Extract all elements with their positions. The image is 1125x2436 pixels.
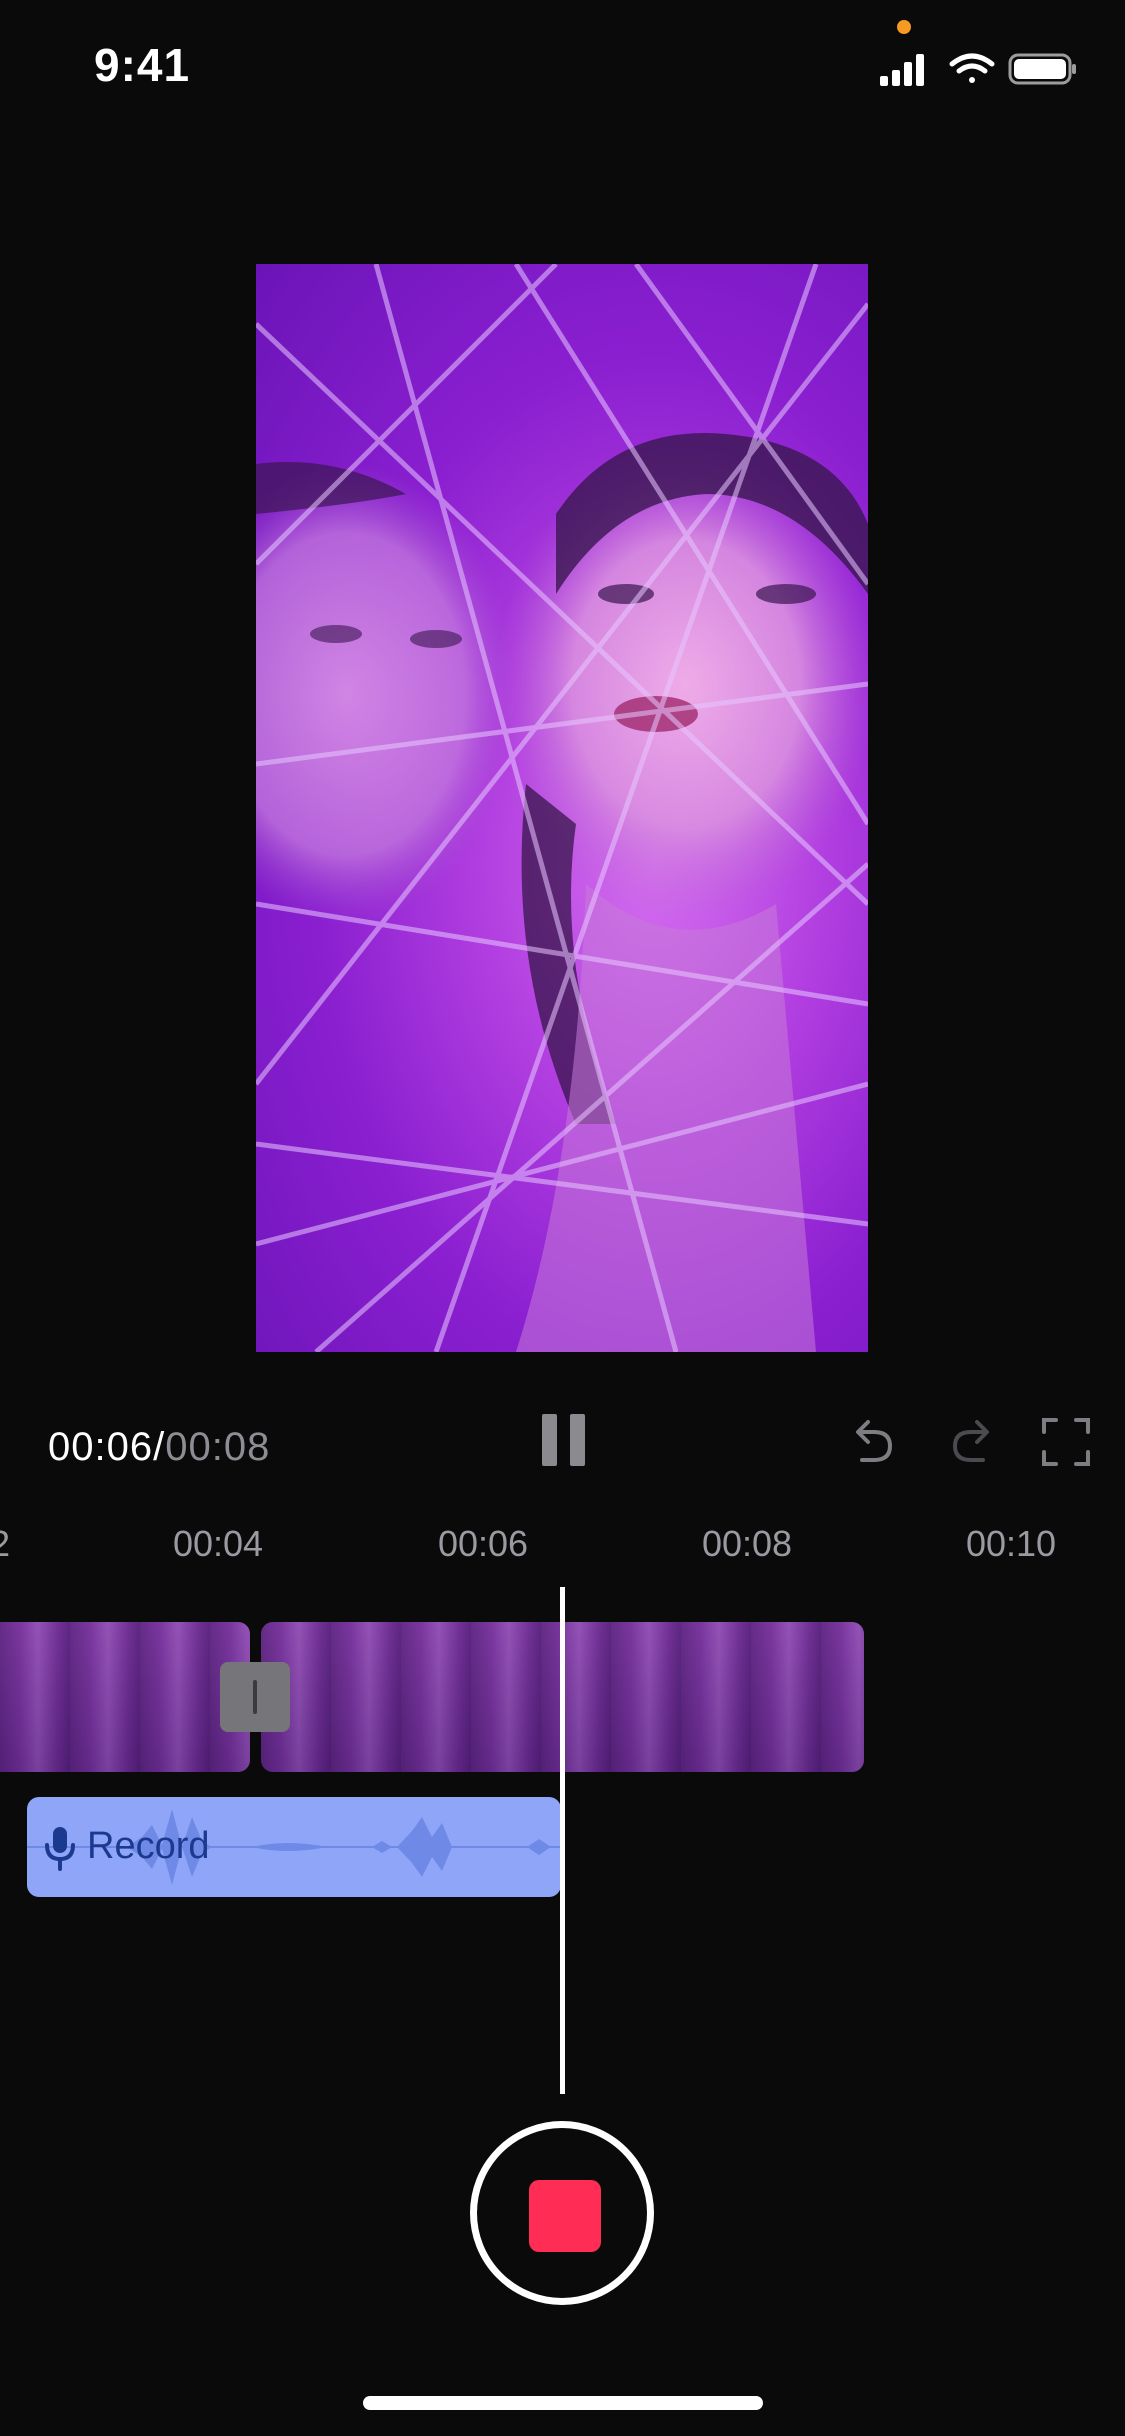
microphone-icon — [45, 1827, 75, 1871]
wifi-icon — [949, 53, 995, 83]
record-track-label: Record — [87, 1825, 210, 1867]
playhead[interactable] — [560, 1587, 565, 2094]
stop-recording-button[interactable] — [470, 2121, 654, 2305]
timecode: 00:06/00:08 — [48, 1425, 270, 1470]
pause-button[interactable] — [540, 1414, 586, 1466]
battery-icon — [1008, 53, 1076, 85]
ruler-label: 00:04 — [172, 1523, 264, 1564]
stop-icon — [529, 2180, 601, 2252]
cellular-signal-icon — [880, 54, 924, 86]
video-clip[interactable] — [0, 1622, 250, 1772]
time-separator: / — [153, 1425, 166, 1469]
preview-image — [256, 264, 868, 1352]
transition-handle[interactable] — [220, 1662, 290, 1732]
total-time: 00:08 — [165, 1425, 271, 1469]
ruler-label: 00:06 — [437, 1523, 529, 1564]
ruler-label: 2 — [0, 1523, 10, 1565]
current-time: 00:06 — [48, 1425, 154, 1469]
status-icons — [880, 53, 1076, 86]
undo-icon[interactable] — [848, 1416, 900, 1468]
video-preview[interactable] — [256, 264, 868, 1352]
redo-icon[interactable] — [945, 1416, 997, 1468]
status-time: 9:41 — [94, 39, 191, 91]
fullscreen-icon[interactable] — [1040, 1416, 1092, 1468]
ruler-label: 00:10 — [965, 1523, 1057, 1564]
pause-icon-bar — [570, 1414, 585, 1466]
record-audio-clip[interactable]: Record — [27, 1797, 561, 1897]
pause-icon — [542, 1414, 557, 1466]
home-indicator[interactable] — [363, 2396, 763, 2410]
privacy-indicator-dot — [897, 20, 911, 34]
ruler-label: 00:08 — [701, 1523, 793, 1564]
